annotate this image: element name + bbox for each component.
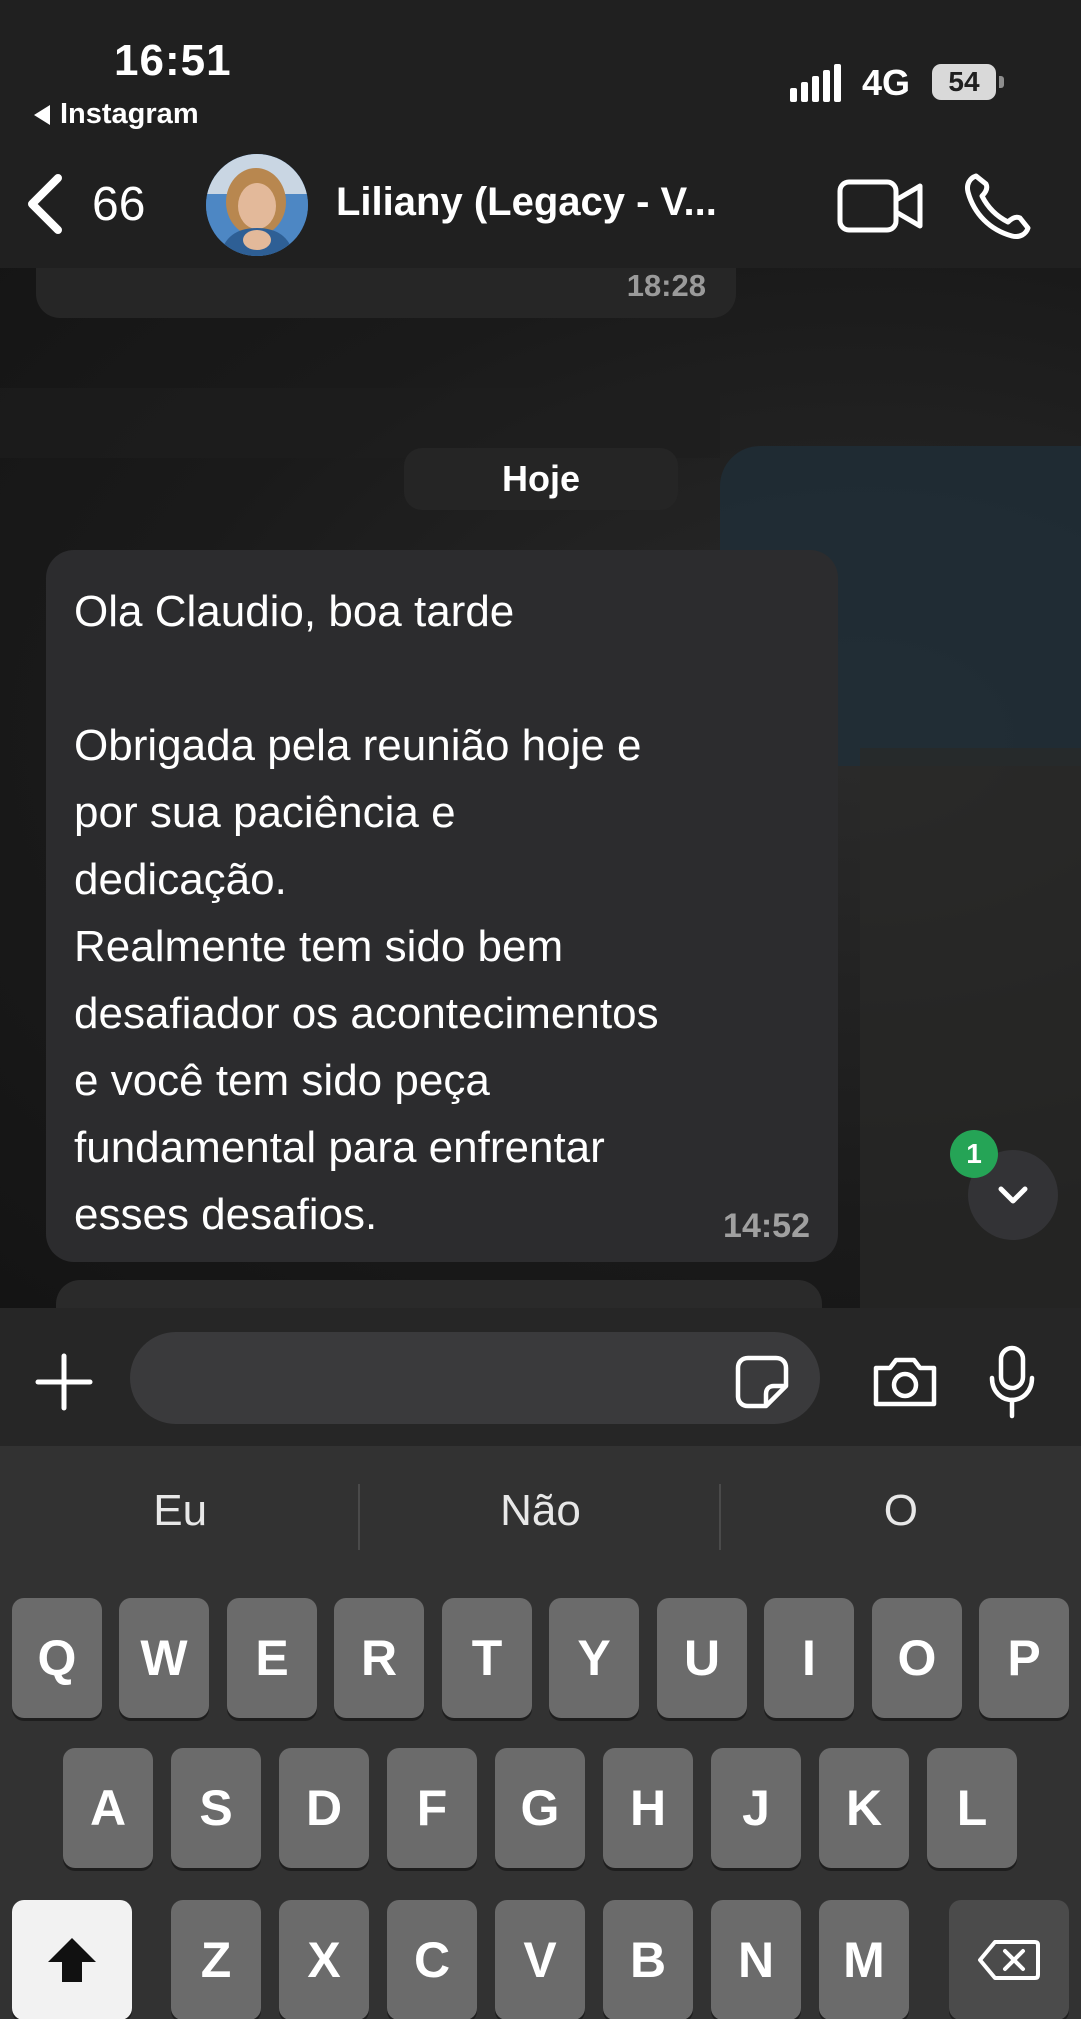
network-type: 4G (862, 62, 911, 103)
previous-message-bubble[interactable]: 18:28 (36, 268, 736, 318)
backspace-key[interactable] (949, 1900, 1069, 2019)
key-z[interactable]: Z (171, 1900, 261, 2019)
day-separator: Hoje (404, 448, 678, 510)
message-bubble[interactable]: Ola Claudio, boa tarde Obrigada pela reu… (46, 550, 838, 1262)
keyboard: Eu Não O Q W E R T Y U I O P A S D F G H… (0, 1446, 1081, 2019)
plus-icon[interactable] (34, 1352, 94, 1412)
back-app-label: Instagram (60, 98, 199, 130)
message-input-bar (0, 1308, 1081, 1446)
key-i[interactable]: I (764, 1598, 854, 1718)
back-button[interactable]: 66 (22, 168, 162, 240)
back-triangle-icon (34, 104, 50, 125)
suggestion-item[interactable]: Não (360, 1446, 720, 1576)
chevron-down-icon (998, 1186, 1028, 1204)
key-l[interactable]: L (927, 1748, 1017, 1868)
signal-icon (790, 64, 841, 102)
key-q[interactable]: Q (12, 1598, 102, 1718)
sticker-icon[interactable] (734, 1354, 790, 1410)
key-v[interactable]: V (495, 1900, 585, 2019)
key-j[interactable]: J (711, 1748, 801, 1868)
key-c[interactable]: C (387, 1900, 477, 2019)
key-e[interactable]: E (227, 1598, 317, 1718)
key-x[interactable]: X (279, 1900, 369, 2019)
wallpaper-shape (860, 748, 1081, 1308)
key-o[interactable]: O (872, 1598, 962, 1718)
key-t[interactable]: T (442, 1598, 532, 1718)
key-p[interactable]: P (979, 1598, 1069, 1718)
key-n[interactable]: N (711, 1900, 801, 2019)
suggestion-item[interactable]: O (721, 1446, 1081, 1576)
contact-name[interactable]: Liliany (Legacy - V... (336, 180, 746, 225)
video-call-icon[interactable] (836, 176, 924, 236)
battery-icon: 54 (932, 64, 996, 100)
battery-tip (999, 76, 1004, 88)
message-text: Ola Claudio, boa tarde Obrigada pela reu… (74, 587, 659, 1239)
key-w[interactable]: W (119, 1598, 209, 1718)
key-f[interactable]: F (387, 1748, 477, 1868)
key-g[interactable]: G (495, 1748, 585, 1868)
unread-chats-count: 66 (92, 177, 146, 231)
key-d[interactable]: D (279, 1748, 369, 1868)
suggestion-bar: Eu Não O (0, 1446, 1081, 1576)
next-message-bubble[interactable] (56, 1280, 822, 1308)
message-time: 14:52 (723, 1207, 810, 1245)
back-to-app-link[interactable]: Instagram (34, 98, 199, 131)
key-a[interactable]: A (63, 1748, 153, 1868)
message-input[interactable] (130, 1332, 820, 1424)
avatar[interactable] (206, 154, 308, 256)
key-m[interactable]: M (819, 1900, 909, 2019)
suggestion-item[interactable]: Eu (0, 1446, 360, 1576)
shift-arrow-icon (48, 1938, 96, 1982)
key-r[interactable]: R (334, 1598, 424, 1718)
camera-icon[interactable] (870, 1354, 940, 1410)
key-y[interactable]: Y (549, 1598, 639, 1718)
shift-key[interactable] (12, 1900, 132, 2019)
key-u[interactable]: U (657, 1598, 747, 1718)
chat-area[interactable]: 18:28 Hoje Ola Claudio, boa tarde Obriga… (0, 268, 1081, 1308)
top-bar: 16:51 Instagram 4G 54 66 Liliany (Legacy… (0, 0, 1081, 268)
key-b[interactable]: B (603, 1900, 693, 2019)
suggestion-label: Não (500, 1486, 581, 1535)
status-time: 16:51 (114, 36, 232, 85)
key-k[interactable]: K (819, 1748, 909, 1868)
key-h[interactable]: H (603, 1748, 693, 1868)
message-time: 18:28 (626, 268, 706, 303)
backspace-icon (978, 1940, 1040, 1980)
phone-icon[interactable] (962, 170, 1034, 242)
chevron-left-icon (28, 174, 62, 234)
unread-badge: 1 (950, 1130, 998, 1178)
microphone-icon[interactable] (984, 1344, 1040, 1420)
key-s[interactable]: S (171, 1748, 261, 1868)
